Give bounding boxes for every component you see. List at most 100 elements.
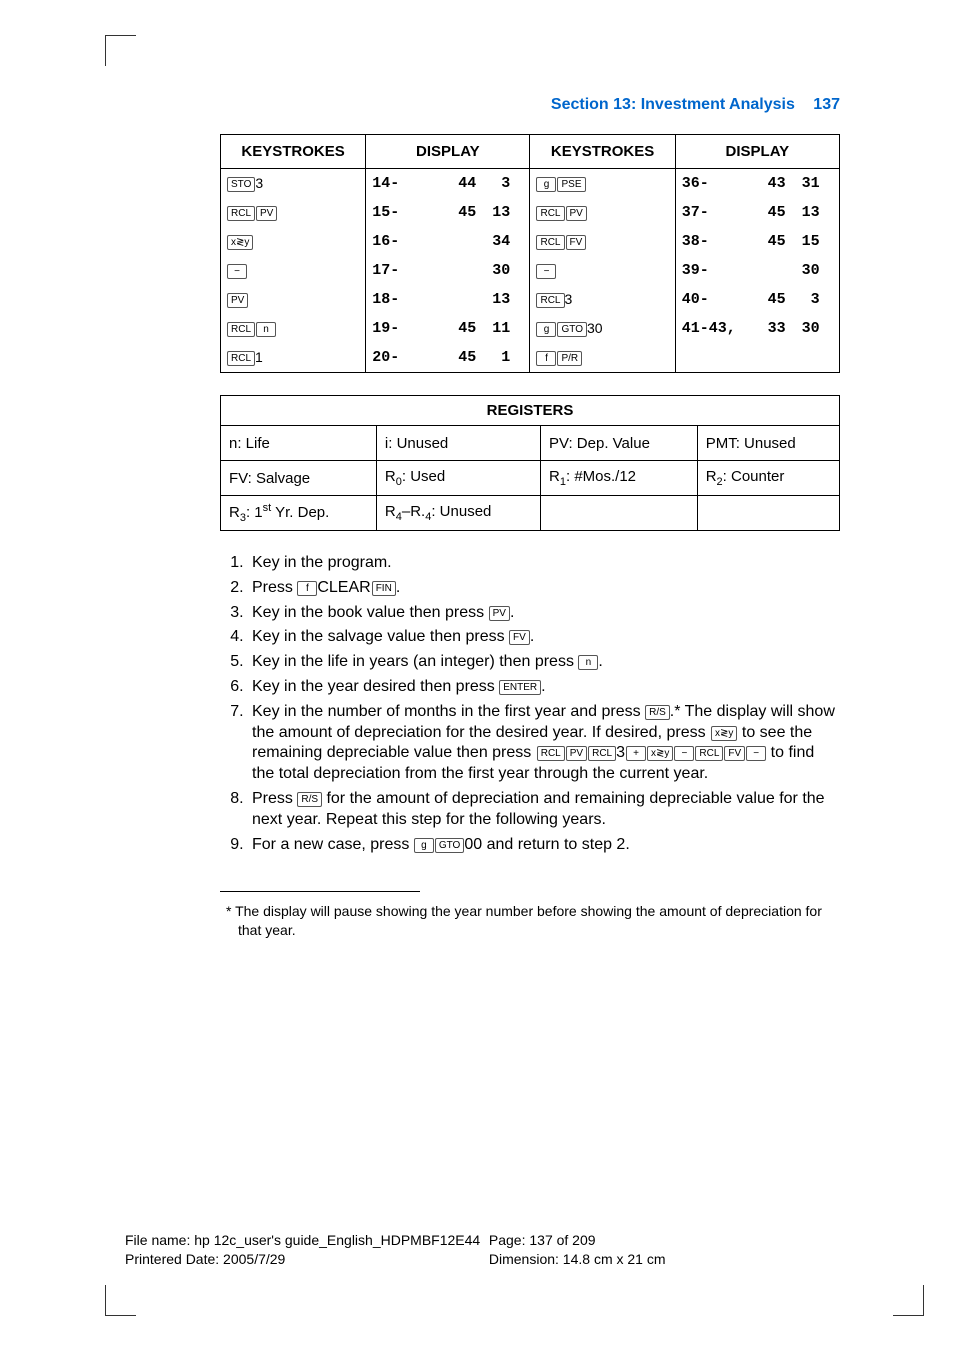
key-rcl: RCL xyxy=(537,746,565,761)
display-cell: 40-453 xyxy=(676,285,839,314)
key-n: n xyxy=(578,655,598,670)
register-cell xyxy=(541,496,698,531)
step-item: Key in the program. xyxy=(248,553,840,574)
key-rs: R/S xyxy=(297,792,322,807)
key-literal: 3 xyxy=(255,175,263,191)
page-header: Section 13: Investment Analysis 137 xyxy=(220,96,840,114)
key-rcl: RCL xyxy=(536,235,564,250)
keystroke-cell: gGTO30 xyxy=(530,314,674,343)
register-cell: n: Life xyxy=(221,426,377,461)
crop-mark-top-left xyxy=(105,35,136,66)
key-: − xyxy=(227,264,247,279)
keystroke-cell: RCLPV xyxy=(221,198,365,227)
key-rs: R/S xyxy=(645,705,670,720)
keystrokes-table: KEYSTROKES DISPLAY KEYSTROKES DISPLAY ST… xyxy=(220,134,840,373)
key-pv: PV xyxy=(489,606,510,621)
display-cell: 15-4513 xyxy=(366,198,529,227)
display-cell: 37-4513 xyxy=(676,198,839,227)
keystroke-cell: fP/R xyxy=(530,343,674,372)
key-pv: PV xyxy=(227,293,248,308)
step-item: For a new case, press gGTO00 and return … xyxy=(248,835,840,856)
register-cell: R0: Used xyxy=(376,461,540,496)
display-cell: 18-13 xyxy=(366,285,529,314)
key-literal: 30 xyxy=(587,320,603,336)
footnote-separator xyxy=(220,891,420,892)
footer: File name: hp 12c_user's guide_English_H… xyxy=(125,1231,845,1269)
register-cell: FV: Salvage xyxy=(221,461,377,496)
keystroke-cell: STO3 xyxy=(221,169,365,198)
key-: + xyxy=(626,746,646,761)
register-cell: R3: 1st Yr. Dep. xyxy=(221,496,377,531)
registers-title: REGISTERS xyxy=(221,396,840,426)
register-cell: i: Unused xyxy=(376,426,540,461)
key-rcl: RCL xyxy=(227,322,255,337)
crop-mark-bottom-left xyxy=(105,1285,136,1316)
keystroke-cell: − xyxy=(221,256,365,285)
footer-page: Page: 137 of 209 xyxy=(489,1232,596,1248)
th-keystrokes-2: KEYSTROKES xyxy=(530,135,675,169)
keystroke-cell: gPSE xyxy=(530,169,674,198)
step-item: Key in the year desired then press ENTER… xyxy=(248,677,840,698)
keystroke-cell: RCL3 xyxy=(530,285,674,314)
key-g: g xyxy=(536,322,556,337)
key-fv: FV xyxy=(509,630,530,645)
register-cell: R2: Counter xyxy=(697,461,839,496)
key-: − xyxy=(674,746,694,761)
step-item: Key in the life in years (an integer) th… xyxy=(248,652,840,673)
display-cell: 39-30 xyxy=(676,256,839,285)
key-n: n xyxy=(256,322,276,337)
display-cell xyxy=(676,343,839,355)
display-cell: 38-4515 xyxy=(676,227,839,256)
key-gto: GTO xyxy=(557,322,586,337)
key-rcl: RCL xyxy=(227,206,255,221)
key-rcl: RCL xyxy=(588,746,616,761)
th-display-1: DISPLAY xyxy=(366,135,530,169)
key-literal: 1 xyxy=(255,349,263,365)
footer-filename: File name: hp 12c_user's guide_English_H… xyxy=(125,1232,480,1248)
keystroke-cell: RCLFV xyxy=(530,227,674,256)
key-enter: ENTER xyxy=(499,680,541,695)
key-pv: PV xyxy=(566,746,587,761)
display-cell: 41-43,3330 xyxy=(676,314,839,343)
keystroke-cell: − xyxy=(530,256,674,285)
keystroke-cell: PV xyxy=(221,285,365,314)
key-xy: x≷y xyxy=(711,726,737,741)
keystroke-cell: RCL1 xyxy=(221,343,365,372)
register-cell: R1: #Mos./12 xyxy=(541,461,698,496)
key-xy: x≷y xyxy=(647,746,673,761)
step-item: Press R/S for the amount of depreciation… xyxy=(248,789,840,831)
page-number: 137 xyxy=(813,96,840,113)
key-rcl: RCL xyxy=(227,351,255,366)
th-keystrokes-1: KEYSTROKES xyxy=(221,135,366,169)
step-item: Key in the number of months in the first… xyxy=(248,702,840,785)
keystroke-cell: RCLPV xyxy=(530,198,674,227)
registers-table: REGISTERS n: Lifei: UnusedPV: Dep. Value… xyxy=(220,395,840,531)
key-literal: 3 xyxy=(565,291,573,307)
key-gto: GTO xyxy=(435,838,464,853)
key-: − xyxy=(746,746,766,761)
key-pse: PSE xyxy=(557,177,585,192)
key-fv: FV xyxy=(566,235,587,250)
footnote: * The display will pause showing the yea… xyxy=(220,902,840,940)
display-cell: 20-451 xyxy=(366,343,529,372)
register-cell: R4–R.4: Unused xyxy=(376,496,540,531)
key-rcl: RCL xyxy=(536,206,564,221)
key-pv: PV xyxy=(256,206,277,221)
steps-list: Key in the program. Press fCLEARFIN. Key i… xyxy=(220,553,840,855)
display-cell: 19-4511 xyxy=(366,314,529,343)
step-item: Press fCLEARFIN. xyxy=(248,578,840,599)
key-rcl: RCL xyxy=(695,746,723,761)
key-xy: x≷y xyxy=(227,235,253,250)
key-f: f xyxy=(297,581,317,596)
key-: − xyxy=(536,264,556,279)
register-cell: PV: Dep. Value xyxy=(541,426,698,461)
register-cell xyxy=(697,496,839,531)
key-fin: FIN xyxy=(372,581,396,596)
th-display-2: DISPLAY xyxy=(675,135,839,169)
keystroke-cell: RCLn xyxy=(221,314,365,343)
display-cell: 36-4331 xyxy=(676,169,839,198)
key-sto: STO xyxy=(227,177,255,192)
section-title: Section 13: Investment Analysis xyxy=(551,96,795,113)
step-item: Key in the book value then press PV. xyxy=(248,603,840,624)
key-g: g xyxy=(414,838,434,853)
